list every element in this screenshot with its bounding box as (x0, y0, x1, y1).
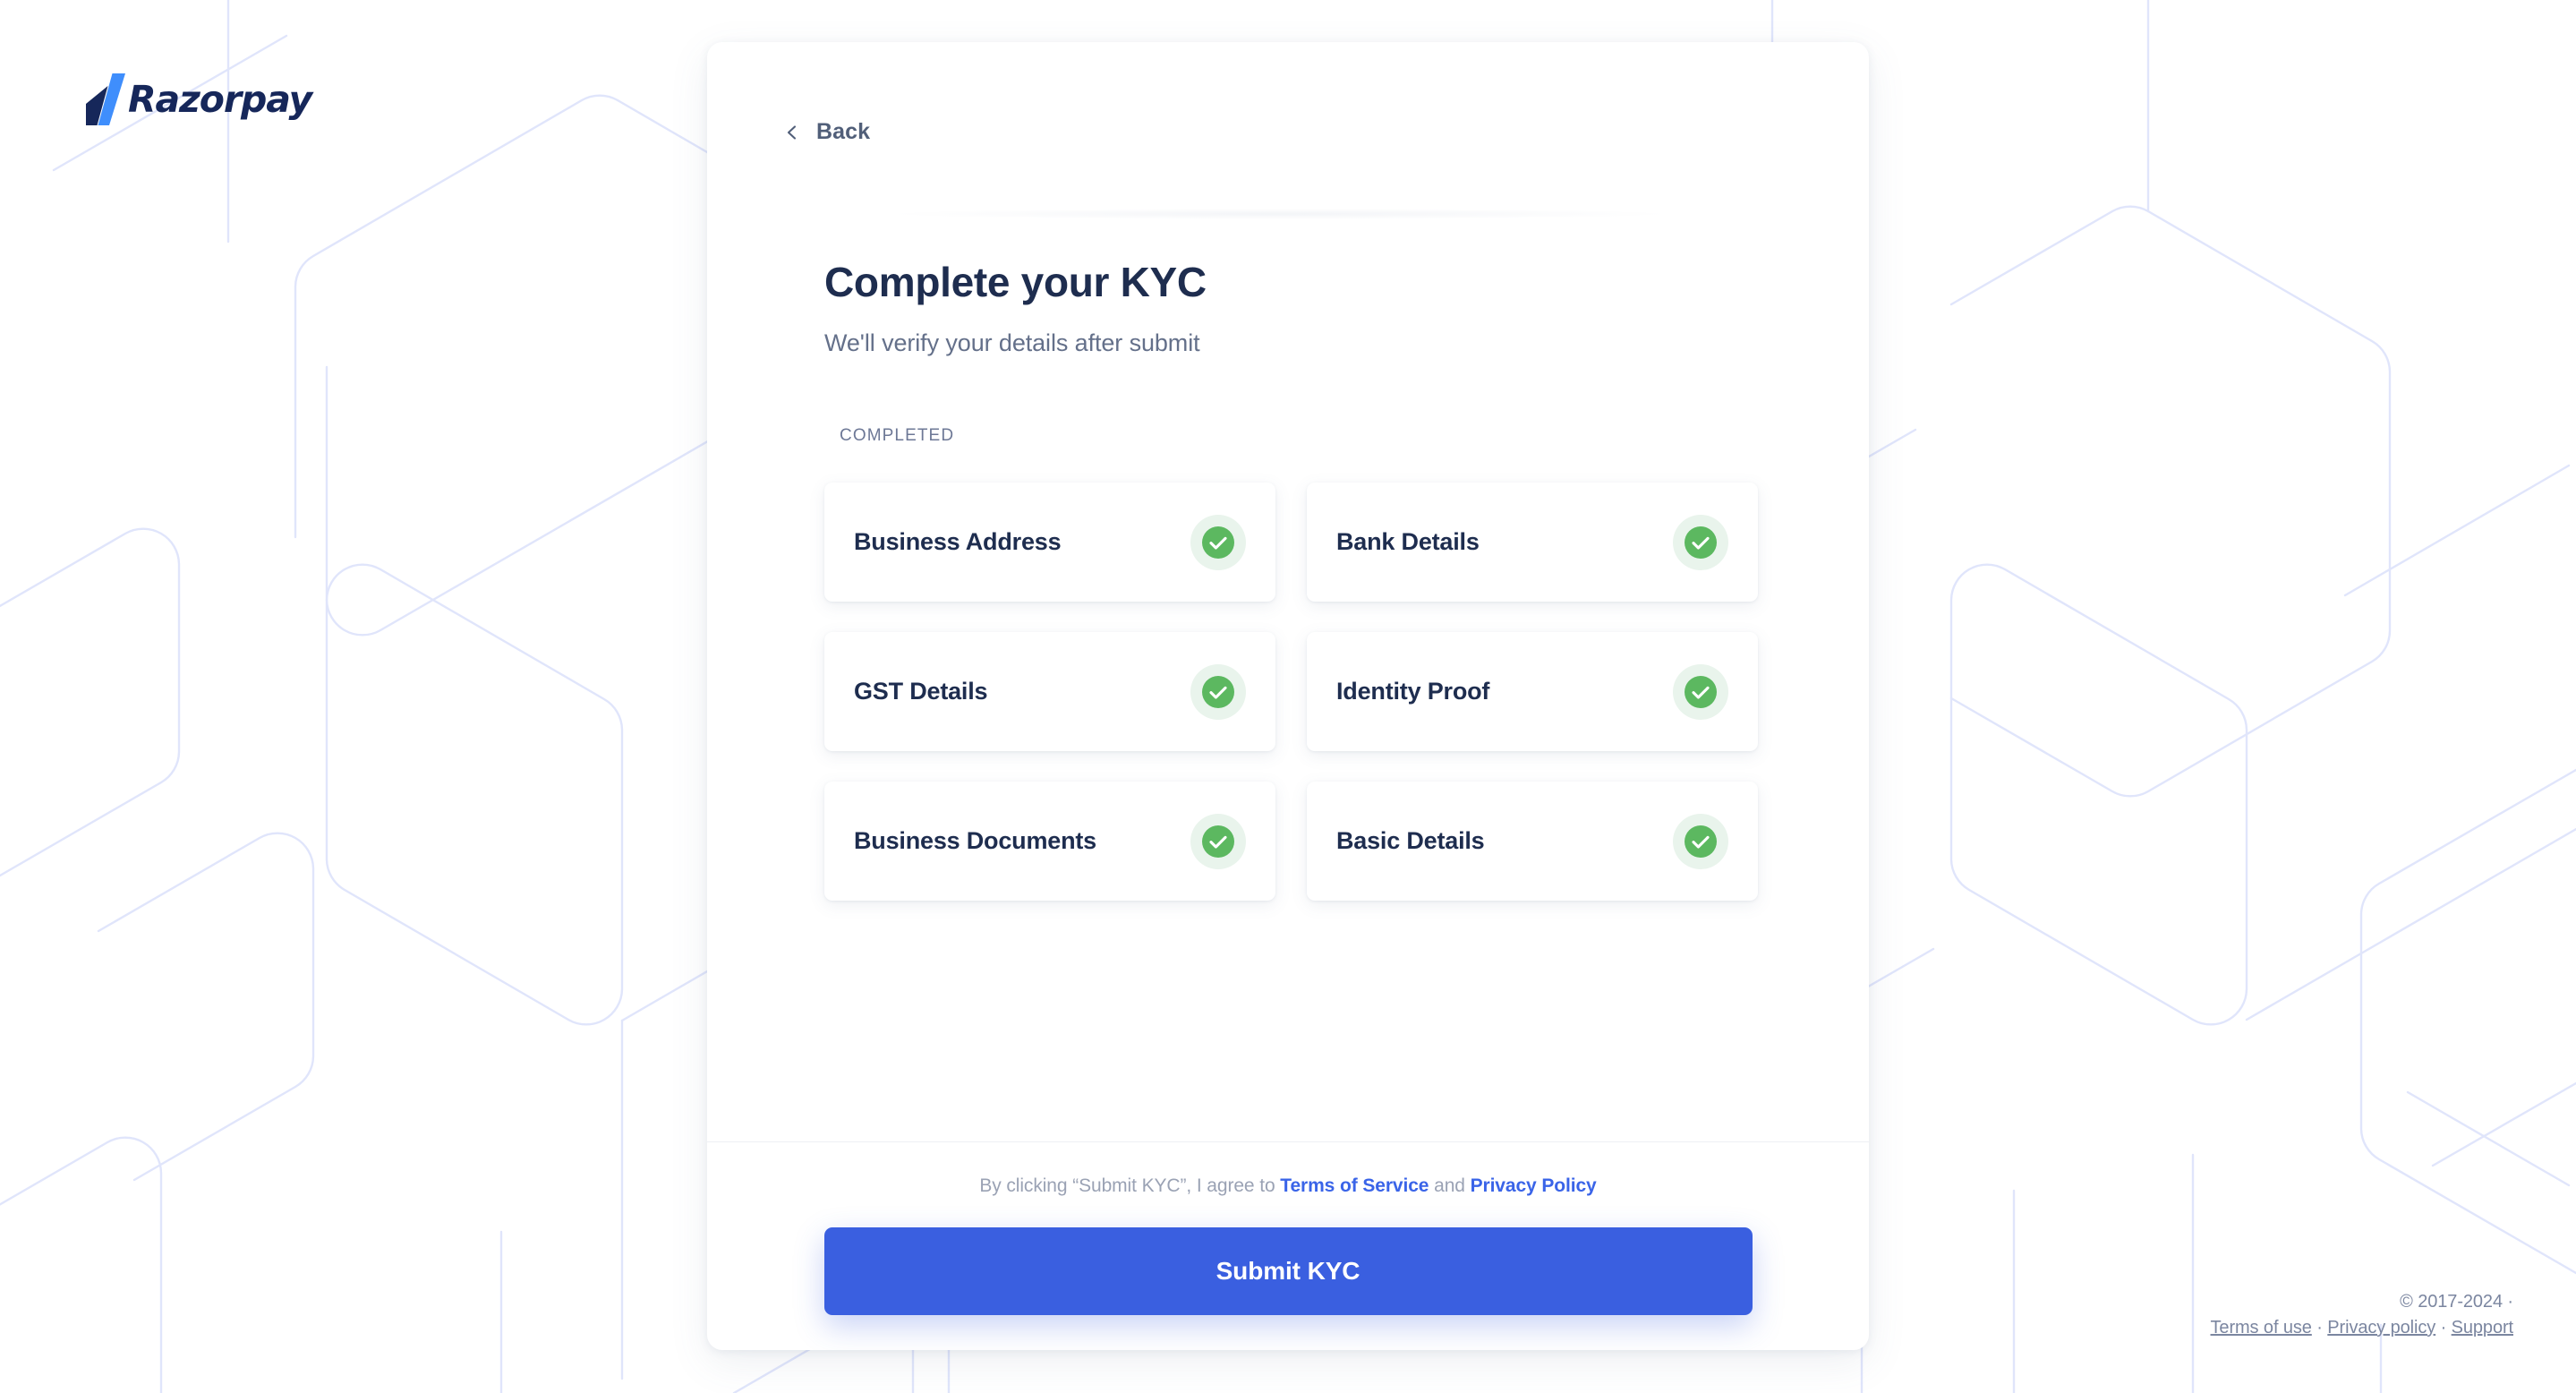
header-divider-glow (895, 209, 1665, 219)
kyc-panel-footer: By clicking “Submit KYC”, I agree to Ter… (707, 1141, 1869, 1350)
copyright-text: © 2017-2024 · (2400, 1292, 2513, 1312)
status-badge-completed (1190, 663, 1246, 720)
page-subtitle: We'll verify your details after submit (824, 329, 1200, 356)
kyc-panel: Back Complete your KYC We'll verify your… (707, 42, 1869, 1350)
check-circle-icon (1202, 825, 1234, 858)
razorpay-logo-mark (86, 73, 125, 125)
check-circle-icon (1685, 675, 1717, 708)
consent-prefix: By clicking “Submit KYC”, I agree to (979, 1175, 1281, 1196)
kyc-card-label: Identity Proof (1336, 678, 1490, 705)
kyc-panel-body: Back Complete your KYC We'll verify your… (707, 42, 1869, 1141)
submit-kyc-button[interactable]: Submit KYC (823, 1227, 1753, 1315)
footer-links: Terms of use · Privacy policy · Support (2211, 1315, 2514, 1341)
check-circle-icon (1685, 825, 1717, 858)
back-button-label: Back (816, 119, 871, 144)
consent-text: By clicking “Submit KYC”, I agree to Ter… (707, 1176, 1869, 1195)
footer-separator: · (2311, 1318, 2328, 1337)
status-badge-completed (1673, 663, 1728, 720)
chevron-left-icon (787, 124, 797, 140)
kyc-card-label: Basic Details (1336, 827, 1485, 854)
status-badge-completed (1673, 514, 1728, 570)
check-circle-icon (1202, 675, 1234, 708)
kyc-card-business-address[interactable]: Business Address (824, 483, 1275, 602)
kyc-card-label: Business Address (854, 528, 1062, 555)
kyc-card-basic-details[interactable]: Basic Details (1307, 782, 1758, 901)
kyc-card-business-documents[interactable]: Business Documents (824, 782, 1275, 901)
razorpay-logo[interactable]: Razorpay (84, 73, 312, 125)
footer-link-support[interactable]: Support (2452, 1318, 2513, 1337)
kyc-status-grid: Business Address Bank Details GST Detail… (824, 483, 1758, 901)
back-button[interactable]: Back (785, 121, 870, 143)
check-circle-icon (1685, 526, 1717, 559)
razorpay-logo-wordmark: Razorpay (128, 77, 312, 121)
privacy-policy-link[interactable]: Privacy Policy (1471, 1175, 1597, 1196)
kyc-card-identity-proof[interactable]: Identity Proof (1307, 632, 1758, 751)
kyc-card-label: Bank Details (1336, 528, 1480, 555)
footer-link-terms-of-use[interactable]: Terms of use (2211, 1318, 2312, 1337)
terms-of-service-link[interactable]: Terms of Service (1280, 1175, 1429, 1196)
footer-separator: · (2435, 1318, 2452, 1337)
section-label-completed: COMPLETED (840, 426, 955, 445)
kyc-card-gst-details[interactable]: GST Details (824, 632, 1275, 751)
page-title: Complete your KYC (824, 259, 1207, 305)
kyc-card-label: GST Details (854, 678, 988, 705)
kyc-card-bank-details[interactable]: Bank Details (1307, 483, 1758, 602)
kyc-card-label: Business Documents (854, 827, 1096, 854)
status-badge-completed (1190, 514, 1246, 570)
check-circle-icon (1202, 526, 1234, 559)
status-badge-completed (1190, 813, 1246, 869)
consent-middle: and (1429, 1175, 1471, 1196)
footer-link-privacy-policy[interactable]: Privacy policy (2327, 1318, 2435, 1337)
status-badge-completed (1673, 813, 1728, 869)
page-legal-footer: © 2017-2024 · Terms of use · Privacy pol… (2211, 1289, 2514, 1341)
footer-spacer (707, 1315, 1869, 1350)
